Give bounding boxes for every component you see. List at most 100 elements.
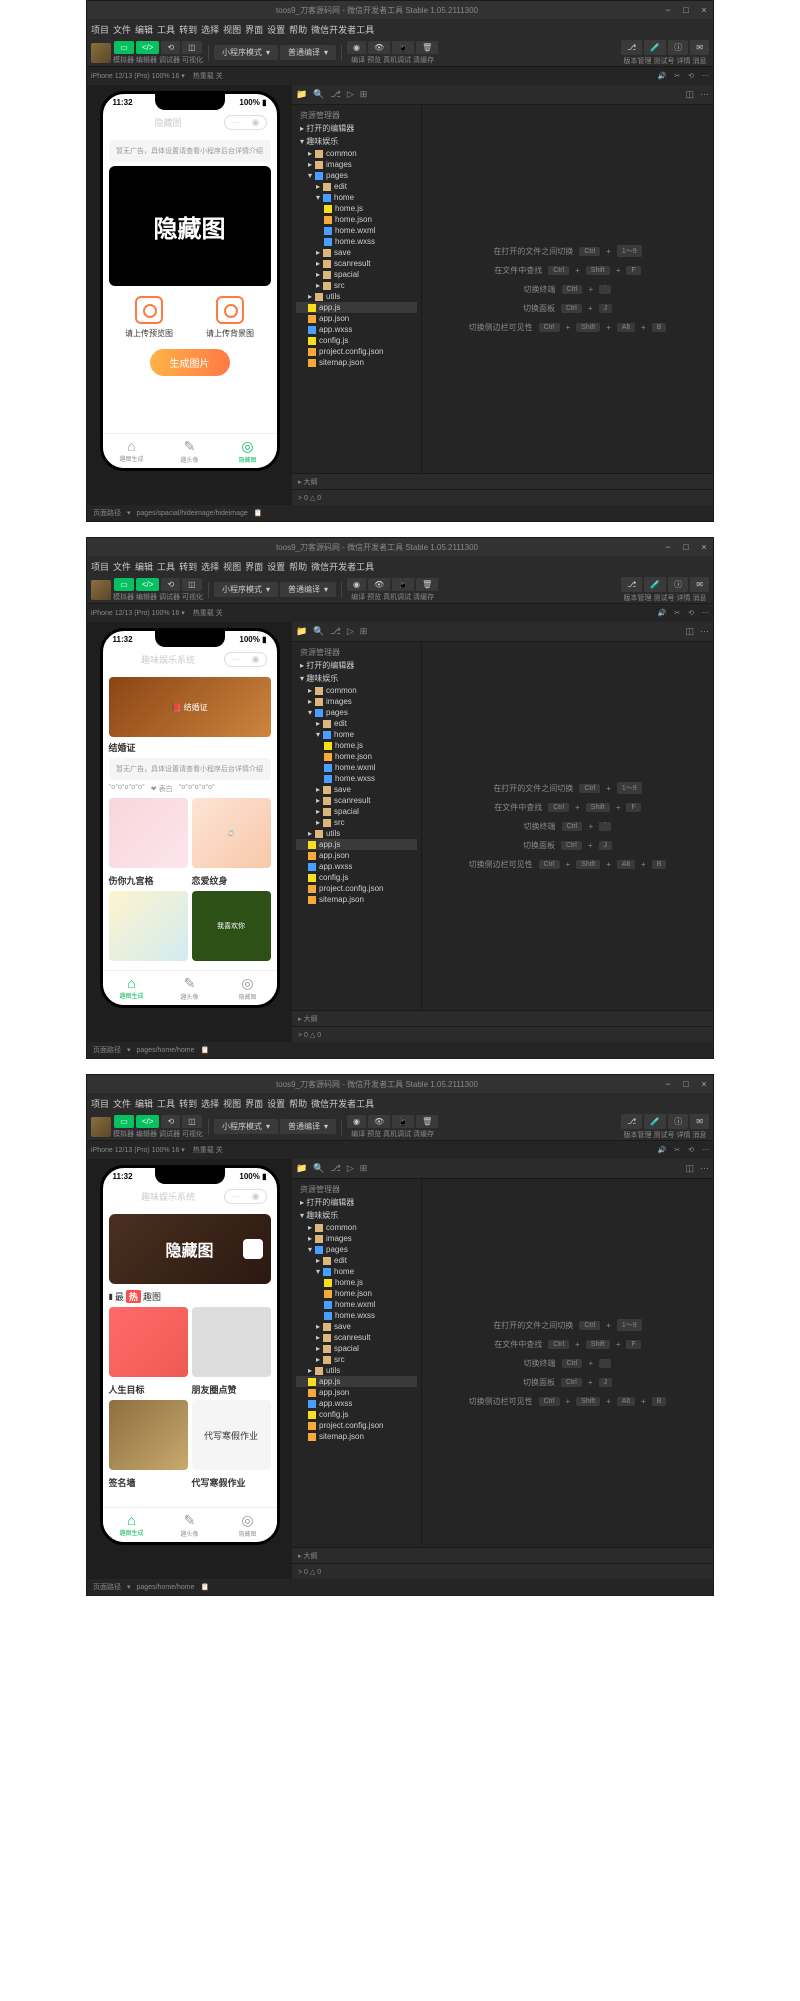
test-button[interactable]: 🧪 <box>644 577 666 592</box>
folder-save[interactable]: ▸ save <box>296 1321 417 1332</box>
menu-item-7[interactable]: 界面 <box>245 560 263 573</box>
menu-item-8[interactable]: 设置 <box>267 560 285 573</box>
capsule-close-icon[interactable]: ◉ <box>246 1190 266 1203</box>
file-app-js[interactable]: app.js <box>296 839 417 850</box>
compile-dropdown[interactable]: 普通编译 ▾ <box>280 582 336 597</box>
generate-button[interactable]: 生成图片 <box>150 349 230 376</box>
explorer-icon[interactable]: 📁 <box>296 626 307 637</box>
menu-item-4[interactable]: 转到 <box>179 23 197 36</box>
menu-item-2[interactable]: 编辑 <box>135 560 153 573</box>
debugger-button[interactable]: ⟲ <box>161 41 180 54</box>
file-project-config[interactable]: project.config.json <box>296 1420 417 1431</box>
split-icon[interactable]: ◫ <box>685 1163 694 1174</box>
menu-item-3[interactable]: 工具 <box>157 1097 175 1110</box>
folder-images[interactable]: ▸ images <box>296 696 417 707</box>
folder-edit[interactable]: ▸ edit <box>296 181 417 192</box>
visualizer-button[interactable]: ◫ <box>182 578 202 591</box>
search-icon[interactable]: 🔍 <box>313 1163 324 1174</box>
simulator-button[interactable]: ▭ <box>114 41 134 54</box>
folder-utils[interactable]: ▸ utils <box>296 828 417 839</box>
folder-scanresult[interactable]: ▸ scanresult <box>296 1332 417 1343</box>
cut-icon[interactable]: ✂ <box>674 1146 680 1154</box>
menu-item-0[interactable]: 项目 <box>91 23 109 36</box>
close-icon[interactable]: × <box>699 1079 709 1089</box>
split-icon[interactable]: ◫ <box>685 626 694 637</box>
file-app-wxss[interactable]: app.wxss <box>296 1398 417 1409</box>
page-path-value[interactable]: pages/spacial/hideimage/hideimage <box>137 510 248 517</box>
debug-icon[interactable]: ▷ <box>347 626 354 637</box>
cut-icon[interactable]: ✂ <box>674 609 680 617</box>
cache-button[interactable]: 🗑 <box>416 578 438 591</box>
file-home-wxss[interactable]: home.wxss <box>296 773 417 784</box>
folder-common[interactable]: ▸ common <box>296 685 417 696</box>
minimize-icon[interactable]: − <box>663 5 673 15</box>
editor-button[interactable]: </> <box>136 578 160 591</box>
tab-0[interactable]: ⌂趣图生成 <box>103 1508 161 1542</box>
menu-item-10[interactable]: 微信开发者工具 <box>311 1097 374 1110</box>
ext-icon[interactable]: ⊞ <box>360 1163 368 1174</box>
menu-item-1[interactable]: 文件 <box>113 1097 131 1110</box>
folder-save[interactable]: ▸ save <box>296 247 417 258</box>
compile-button[interactable]: ◉ <box>347 578 366 591</box>
sound-icon[interactable]: 🔊 <box>658 609 667 617</box>
more-editor-icon[interactable]: ⋯ <box>700 89 709 100</box>
cert-image[interactable]: 📕 结婚证 <box>109 677 271 737</box>
more-icon[interactable]: ⋯ <box>702 1146 709 1154</box>
capsule-close-icon[interactable]: ◉ <box>246 653 266 666</box>
remote-button[interactable]: 📱 <box>392 41 414 54</box>
file-app-wxss[interactable]: app.wxss <box>296 861 417 872</box>
menu-item-6[interactable]: 视图 <box>223 1097 241 1110</box>
hot-reload-toggle[interactable]: 热重载 关 <box>193 608 223 618</box>
folder-pages[interactable]: ▾ pages <box>296 1244 417 1255</box>
simulator-button[interactable]: ▭ <box>114 578 134 591</box>
close-icon[interactable]: × <box>699 542 709 552</box>
ext-icon[interactable]: ⊞ <box>360 89 368 100</box>
file-home-json[interactable]: home.json <box>296 1288 417 1299</box>
cache-button[interactable]: 🗑 <box>416 41 438 54</box>
tab-2[interactable]: ◎隐藏图 <box>219 1508 277 1542</box>
file-app-js[interactable]: app.js <box>296 302 417 313</box>
debugger-button[interactable]: ⟲ <box>161 1115 180 1128</box>
menu-item-9[interactable]: 帮助 <box>289 1097 307 1110</box>
compile-dropdown[interactable]: 普通编译 ▾ <box>280 1119 336 1134</box>
preview-button[interactable]: 👁 <box>368 1115 390 1128</box>
file-sitemap[interactable]: sitemap.json <box>296 894 417 905</box>
compile-button[interactable]: ◉ <box>347 41 366 54</box>
test-button[interactable]: 🧪 <box>644 40 666 55</box>
debug-icon[interactable]: ▷ <box>347 89 354 100</box>
project-root[interactable]: ▾ 趣味娱乐 <box>296 135 417 148</box>
menu-item-5[interactable]: 选择 <box>201 1097 219 1110</box>
menu-item-1[interactable]: 文件 <box>113 560 131 573</box>
preview-button[interactable]: 👁 <box>368 41 390 54</box>
cache-button[interactable]: 🗑 <box>416 1115 438 1128</box>
folder-spacial[interactable]: ▸ spacial <box>296 1343 417 1354</box>
mode-dropdown[interactable]: 小程序模式 ▾ <box>214 45 278 60</box>
file-home-wxml[interactable]: home.wxml <box>296 762 417 773</box>
folder-home[interactable]: ▾ home <box>296 192 417 203</box>
version-button[interactable]: ⎇ <box>621 577 642 592</box>
maximize-icon[interactable]: □ <box>681 542 691 552</box>
page-path-value[interactable]: pages/home/home <box>137 1584 195 1591</box>
hero-banner[interactable]: 隐藏图 <box>109 1214 271 1284</box>
device-selector[interactable]: iPhone 12/13 (Pro) 100% 16 ▾ <box>91 72 185 80</box>
card-4[interactable]: 我喜欢你 <box>192 891 271 961</box>
minimize-icon[interactable]: − <box>663 542 673 552</box>
split-icon[interactable]: ◫ <box>685 89 694 100</box>
folder-images[interactable]: ▸ images <box>296 159 417 170</box>
remote-button[interactable]: 📱 <box>392 578 414 591</box>
menu-item-7[interactable]: 界面 <box>245 1097 263 1110</box>
file-home-wxml[interactable]: home.wxml <box>296 225 417 236</box>
device-selector[interactable]: iPhone 12/13 (Pro) 100% 16 ▾ <box>91 609 185 617</box>
menu-item-9[interactable]: 帮助 <box>289 560 307 573</box>
folder-scanresult[interactable]: ▸ scanresult <box>296 258 417 269</box>
editor-button[interactable]: </> <box>136 41 160 54</box>
card-tattoo[interactable]: 💍 <box>192 798 271 868</box>
visualizer-button[interactable]: ◫ <box>182 41 202 54</box>
explorer-icon[interactable]: 📁 <box>296 89 307 100</box>
file-home-json[interactable]: home.json <box>296 214 417 225</box>
menu-item-4[interactable]: 转到 <box>179 560 197 573</box>
file-home-wxss[interactable]: home.wxss <box>296 1310 417 1321</box>
card-homework[interactable]: 代写寒假作业 <box>192 1400 271 1470</box>
tab-1[interactable]: ✎趣头像 <box>161 434 219 468</box>
ext-icon[interactable]: ⊞ <box>360 626 368 637</box>
